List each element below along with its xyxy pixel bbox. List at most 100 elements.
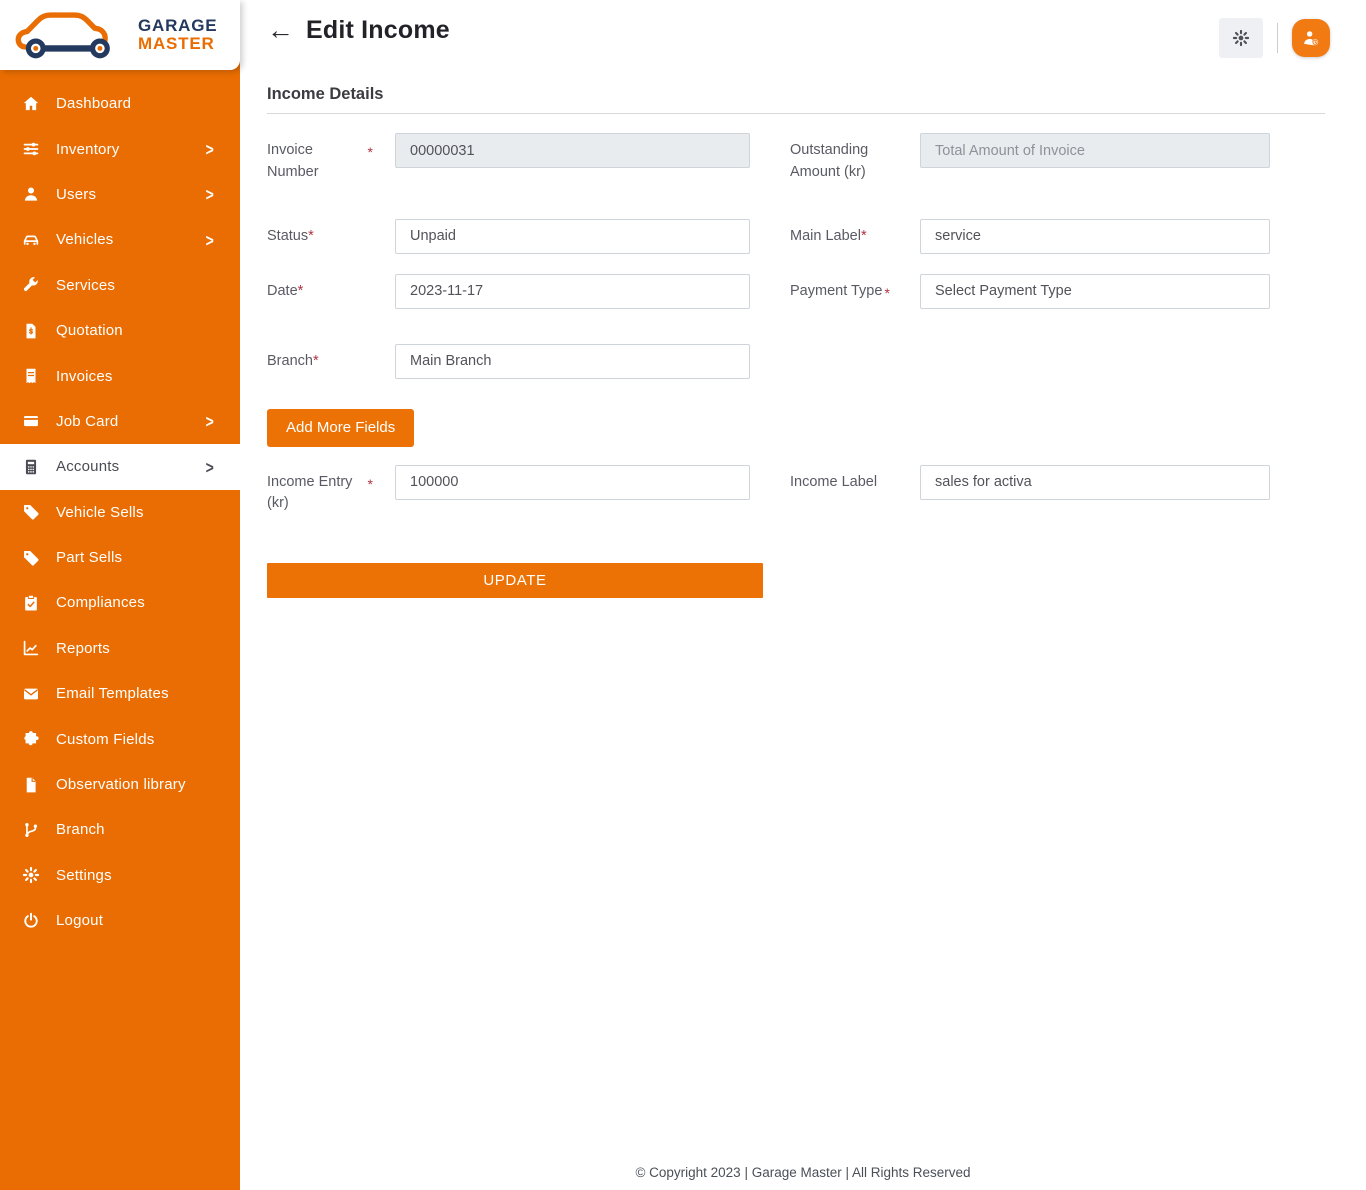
back-arrow-icon[interactable]: ← — [267, 17, 294, 44]
sidebar-item-invoices[interactable]: Invoices — [0, 353, 240, 398]
chevron-right-icon: > — [206, 184, 214, 204]
sidebar-item-label: Accounts — [56, 458, 206, 475]
mail-icon — [20, 685, 42, 703]
settings-button[interactable] — [1219, 18, 1263, 58]
status-label: Status* — [267, 219, 395, 248]
sidebar-item-accounts[interactable]: Accounts > — [0, 444, 240, 489]
brand-name-line2: MASTER — [138, 35, 217, 53]
divider — [267, 113, 1325, 114]
sidebar-item-label: Invoices — [56, 368, 240, 385]
branch-icon — [20, 821, 42, 839]
sidebar-item-label: Part Sells — [56, 549, 240, 566]
sidebar-item-users[interactable]: Users > — [0, 172, 240, 217]
sidebar-item-label: Quotation — [56, 322, 240, 339]
sidebar-item-label: Email Templates — [56, 685, 240, 702]
income-form: Income Details Invoice Number * Outstand… — [240, 85, 1366, 598]
sidebar-item-quotation[interactable]: Quotation — [0, 308, 240, 353]
payment-type-label: Payment Type * — [790, 274, 920, 303]
chevron-right-icon: > — [206, 230, 214, 250]
required-asterisk: * — [308, 228, 314, 244]
main-label-field[interactable] — [920, 219, 1270, 254]
gear-icon — [1230, 29, 1252, 47]
brand-name-line1: GARAGE — [138, 17, 217, 35]
user-profile-button[interactable] — [1292, 19, 1330, 57]
branch-field[interactable] — [395, 344, 750, 379]
sidebar-item-email-templates[interactable]: Email Templates — [0, 671, 240, 716]
status-field[interactable] — [395, 219, 750, 254]
home-icon — [20, 95, 42, 113]
chevron-right-icon: > — [206, 411, 214, 431]
sidebar-nav: Dashboard Inventory > Users > Vehicles >… — [0, 70, 240, 943]
sidebar-item-label: Users — [56, 186, 206, 203]
sidebar-item-label: Services — [56, 277, 240, 294]
page-title: Edit Income — [306, 16, 450, 45]
chart-icon — [20, 639, 42, 657]
main-content: ← Edit Income Income Details Invoice Num… — [240, 0, 1366, 1190]
power-icon — [20, 912, 42, 930]
copyright-text: © Copyright 2023 | Garage Master | All R… — [240, 1165, 1366, 1180]
file-dollar-icon — [20, 322, 42, 340]
receipt-icon — [20, 367, 42, 385]
sidebar-item-dashboard[interactable]: Dashboard — [0, 81, 240, 126]
divider — [1277, 23, 1278, 53]
sidebar-item-label: Vehicles — [56, 231, 206, 248]
invoice-number-label: Invoice Number * — [267, 133, 395, 184]
outstanding-amount-field — [920, 133, 1270, 168]
sidebar-item-label: Custom Fields — [56, 731, 240, 748]
income-label-field[interactable] — [920, 465, 1270, 500]
sidebar-item-vehicle-sells[interactable]: Vehicle Sells — [0, 490, 240, 535]
sidebar-item-vehicles[interactable]: Vehicles > — [0, 217, 240, 262]
tag-icon — [20, 503, 42, 521]
required-asterisk: * — [861, 228, 867, 244]
sidebar-item-label: Observation library — [56, 776, 240, 793]
sidebar-item-settings[interactable]: Settings — [0, 853, 240, 898]
sidebar-item-inventory[interactable]: Inventory > — [0, 126, 240, 171]
sidebar-item-reports[interactable]: Reports — [0, 626, 240, 671]
sidebar-item-branch[interactable]: Branch — [0, 807, 240, 852]
sidebar-item-services[interactable]: Services — [0, 263, 240, 308]
sidebar-item-label: Logout — [56, 912, 240, 929]
sidebar-item-label: Inventory — [56, 141, 206, 158]
sidebar-item-part-sells[interactable]: Part Sells — [0, 535, 240, 580]
brand-name: GARAGE MASTER — [138, 17, 217, 53]
sliders-icon — [20, 140, 42, 158]
wrench-icon — [20, 276, 42, 294]
branch-label: Branch* — [267, 344, 395, 373]
income-label-label: Income Label — [790, 465, 920, 494]
file-icon — [20, 776, 42, 794]
tag-icon — [20, 549, 42, 567]
required-asterisk: * — [885, 283, 890, 304]
sidebar-item-label: Reports — [56, 640, 240, 657]
sidebar: GARAGE MASTER Dashboard Inventory > User… — [0, 0, 240, 1190]
sidebar-item-label: Settings — [56, 867, 240, 884]
sidebar-item-compliances[interactable]: Compliances — [0, 580, 240, 625]
user-clock-icon — [1300, 29, 1322, 47]
sidebar-item-job-card[interactable]: Job Card > — [0, 399, 240, 444]
date-field[interactable] — [395, 274, 750, 309]
card-icon — [20, 412, 42, 430]
sidebar-item-observation-library[interactable]: Observation library — [0, 762, 240, 807]
sidebar-item-custom-fields[interactable]: Custom Fields — [0, 716, 240, 761]
invoice-number-field — [395, 133, 750, 168]
sidebar-item-label: Compliances — [56, 594, 240, 611]
update-button[interactable]: UPDATE — [267, 563, 763, 598]
required-asterisk: * — [368, 474, 373, 495]
sidebar-item-logout[interactable]: Logout — [0, 898, 240, 943]
section-title: Income Details — [267, 85, 1325, 104]
add-more-fields-button[interactable]: Add More Fields — [267, 409, 414, 447]
sidebar-item-label: Branch — [56, 821, 240, 838]
main-label-label: Main Label* — [790, 219, 920, 248]
gear-icon — [20, 866, 42, 884]
sidebar-item-label: Dashboard — [56, 95, 240, 112]
required-asterisk: * — [298, 283, 304, 299]
outstanding-amount-label: Outstanding Amount (kr) — [790, 133, 920, 184]
car-icon — [20, 231, 42, 249]
date-label: Date* — [267, 274, 395, 303]
income-entry-field[interactable] — [395, 465, 750, 500]
required-asterisk: * — [368, 142, 373, 163]
user-icon — [20, 185, 42, 203]
clipboard-check-icon — [20, 594, 42, 612]
brand-logo[interactable]: GARAGE MASTER — [0, 0, 240, 70]
payment-type-select[interactable] — [920, 274, 1270, 309]
logo-car-wrench-icon — [8, 5, 130, 66]
